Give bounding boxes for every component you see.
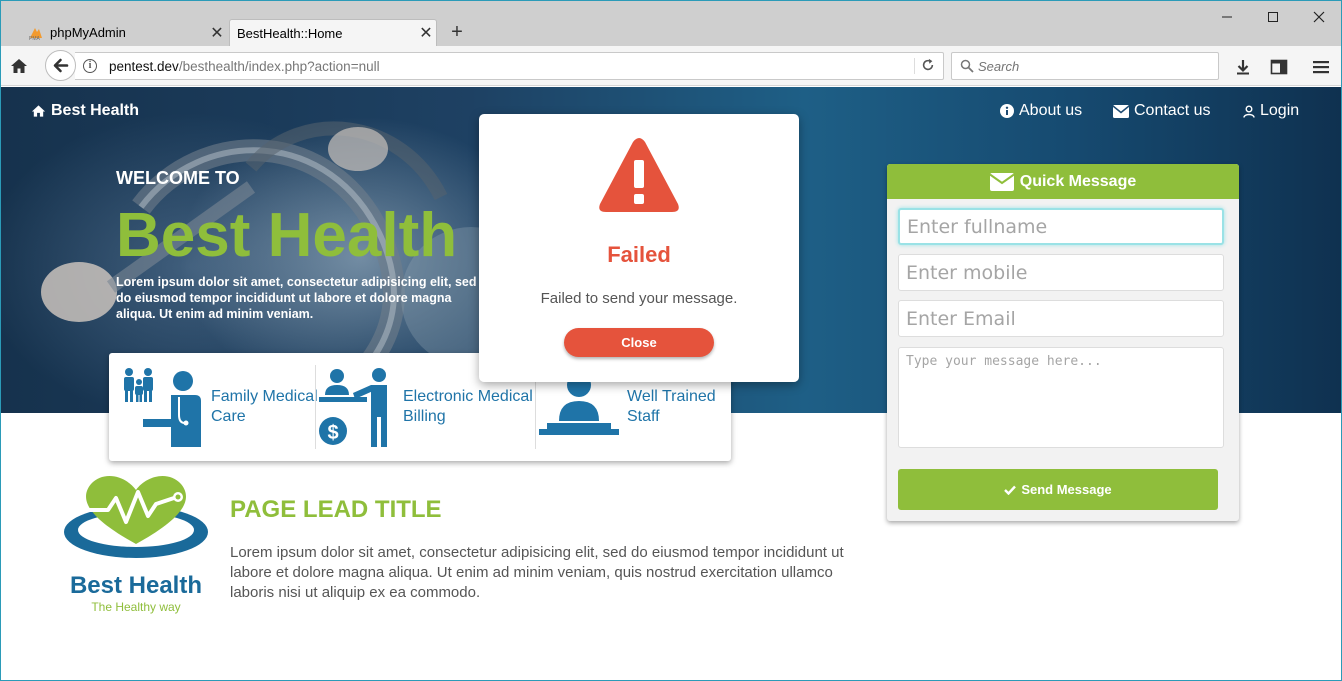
svg-text:PMA: PMA	[29, 36, 41, 40]
email-input[interactable]	[898, 300, 1224, 337]
billing-icon: $	[319, 368, 387, 447]
feature-divider	[315, 365, 316, 449]
info-icon[interactable]: i	[83, 59, 97, 73]
download-icon[interactable]	[1234, 58, 1252, 76]
minimize-button[interactable]	[1212, 7, 1242, 27]
tab-besthealth-home[interactable]: BestHealth::Home ✕	[229, 19, 437, 46]
family-doctor-icon	[124, 368, 201, 447]
send-message-label: Send Message	[1021, 482, 1112, 497]
menu-icon[interactable]	[1312, 58, 1330, 76]
close-window-button[interactable]	[1304, 7, 1334, 27]
sidebar-toggle-icon[interactable]	[1270, 58, 1288, 76]
close-tab-icon[interactable]: ✕	[416, 23, 436, 43]
quick-message-form: Quick Message Send Message	[887, 164, 1239, 521]
logo-name: Best Health	[69, 572, 203, 599]
feature-family-medical-care[interactable]: Family Medical Care	[121, 353, 331, 461]
search-icon	[960, 59, 974, 73]
user-icon	[1243, 105, 1255, 118]
warning-triangle-icon	[599, 138, 679, 212]
close-icon	[1313, 11, 1325, 23]
tab-label: BestHealth::Home	[237, 25, 343, 41]
checkmark-icon	[1004, 485, 1017, 495]
back-button[interactable]	[45, 50, 76, 81]
hero-title: Best Health	[116, 201, 458, 270]
home-button[interactable]	[9, 56, 29, 76]
nav-contact-us[interactable]: Contact us	[1113, 102, 1210, 120]
page-lead-title: PAGE LEAD TITLE	[230, 496, 442, 523]
browser-window: PMA phpMyAdmin ✕ BestHealth::Home ✕ + i …	[0, 0, 1342, 681]
home-icon	[31, 105, 46, 117]
search-input[interactable]	[978, 57, 1208, 75]
feature-label: Family Medical Care	[211, 388, 318, 425]
close-dialog-button[interactable]: Close	[564, 328, 714, 357]
nav-label: Login	[1260, 102, 1300, 119]
feature-label: Electronic Medical Billing	[403, 388, 533, 425]
nav-login[interactable]: Login	[1243, 102, 1299, 120]
heart-pulse-logo-icon	[64, 476, 208, 558]
page-lead-text: Lorem ipsum dolor sit amet, consectetur …	[230, 544, 844, 601]
minimize-icon	[1222, 16, 1232, 18]
close-tab-icon[interactable]: ✕	[207, 23, 227, 43]
maximize-icon	[1268, 12, 1278, 22]
fullname-input[interactable]	[898, 208, 1224, 245]
search-bar[interactable]	[951, 52, 1219, 80]
phpmyadmin-favicon-icon: PMA	[28, 26, 44, 42]
brand-name: Best Health	[51, 102, 140, 119]
svg-text:$: $	[327, 422, 338, 444]
new-tab-button[interactable]: +	[447, 21, 467, 44]
message-textarea[interactable]	[898, 347, 1224, 448]
quick-message-title: Quick Message	[1019, 172, 1137, 190]
maximize-button[interactable]	[1258, 7, 1288, 27]
tab-phpmyadmin[interactable]: PMA phpMyAdmin ✕	[21, 19, 227, 46]
nav-label: Contact us	[1134, 102, 1211, 119]
nav-label: About us	[1019, 102, 1083, 119]
nav-about-us[interactable]: About us	[1000, 102, 1082, 120]
navigation-toolbar: i pentest.dev/besthealth/index.php?actio…	[1, 46, 1341, 86]
tab-label: phpMyAdmin	[50, 25, 126, 40]
tab-bar: PMA phpMyAdmin ✕ BestHealth::Home ✕ +	[1, 1, 1341, 46]
envelope-icon	[989, 172, 1014, 191]
welcome-text: WELCOME TO	[116, 168, 240, 188]
best-health-logo: Best Health The Healthy way	[56, 472, 216, 617]
back-arrow-icon	[53, 58, 69, 73]
mobile-input[interactable]	[898, 254, 1224, 291]
quick-message-header: Quick Message	[887, 164, 1239, 199]
send-message-button[interactable]: Send Message	[898, 469, 1218, 510]
home-icon	[11, 59, 27, 73]
info-circle-icon	[1000, 104, 1014, 118]
address-bar[interactable]: i pentest.dev/besthealth/index.php?actio…	[75, 52, 944, 80]
dialog-title: Failed	[607, 242, 671, 267]
url-path: /besthealth/index.php?action=null	[178, 59, 380, 74]
hero-description: Lorem ipsum dolor sit amet, consectetur …	[116, 275, 477, 321]
logo-tagline: The Healthy way	[91, 600, 181, 614]
failed-alert-dialog: Failed Failed to send your message. Clos…	[479, 114, 799, 382]
dialog-message: Failed to send your message.	[540, 290, 738, 307]
feature-label: Well Trained Staff	[627, 388, 716, 425]
url-text[interactable]: pentest.dev/besthealth/index.php?action=…	[109, 59, 380, 74]
url-domain: pentest.dev	[109, 59, 179, 74]
envelope-icon	[1113, 104, 1129, 118]
brand-link[interactable]: Best Health	[31, 102, 139, 120]
reload-icon[interactable]	[914, 58, 937, 74]
